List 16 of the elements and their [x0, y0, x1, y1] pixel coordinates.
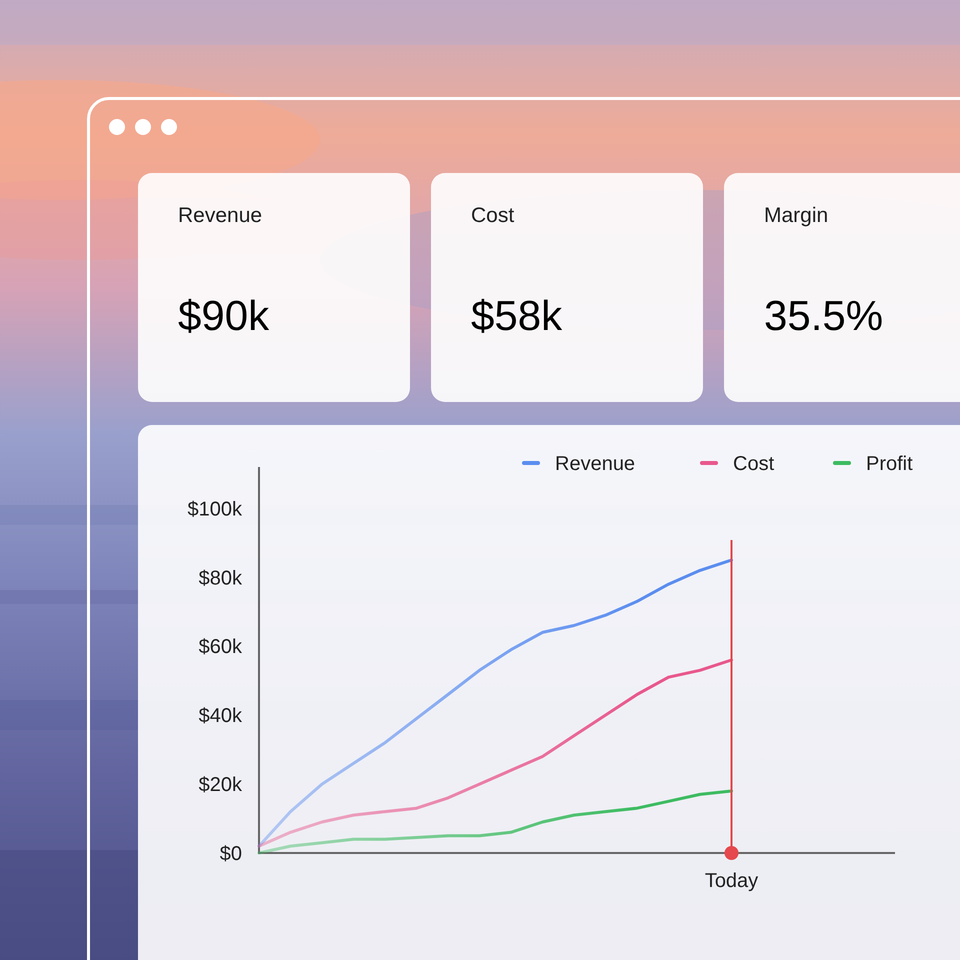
- legend-label: Cost: [733, 453, 774, 475]
- y-axis-label: $40k: [198, 705, 242, 728]
- legend-label: Profit: [866, 453, 913, 475]
- kpi-label: Revenue: [178, 203, 262, 229]
- kpi-value: $58k: [471, 290, 562, 340]
- legend-label: Revenue: [555, 453, 636, 475]
- y-axis-label: $60k: [198, 636, 242, 658]
- y-axis-label: $80k: [198, 567, 242, 590]
- y-axis-label: $100k: [188, 498, 242, 520]
- y-axis-label: $0: [220, 843, 242, 865]
- kpi-label: Margin: [764, 203, 828, 229]
- kpi-value: 35.5%: [764, 290, 884, 340]
- kpi-label: Cost: [471, 203, 514, 229]
- kpi-value: $90k: [178, 290, 270, 340]
- y-axis-label: $20k: [198, 774, 242, 796]
- x-axis-label: Today: [704, 870, 758, 892]
